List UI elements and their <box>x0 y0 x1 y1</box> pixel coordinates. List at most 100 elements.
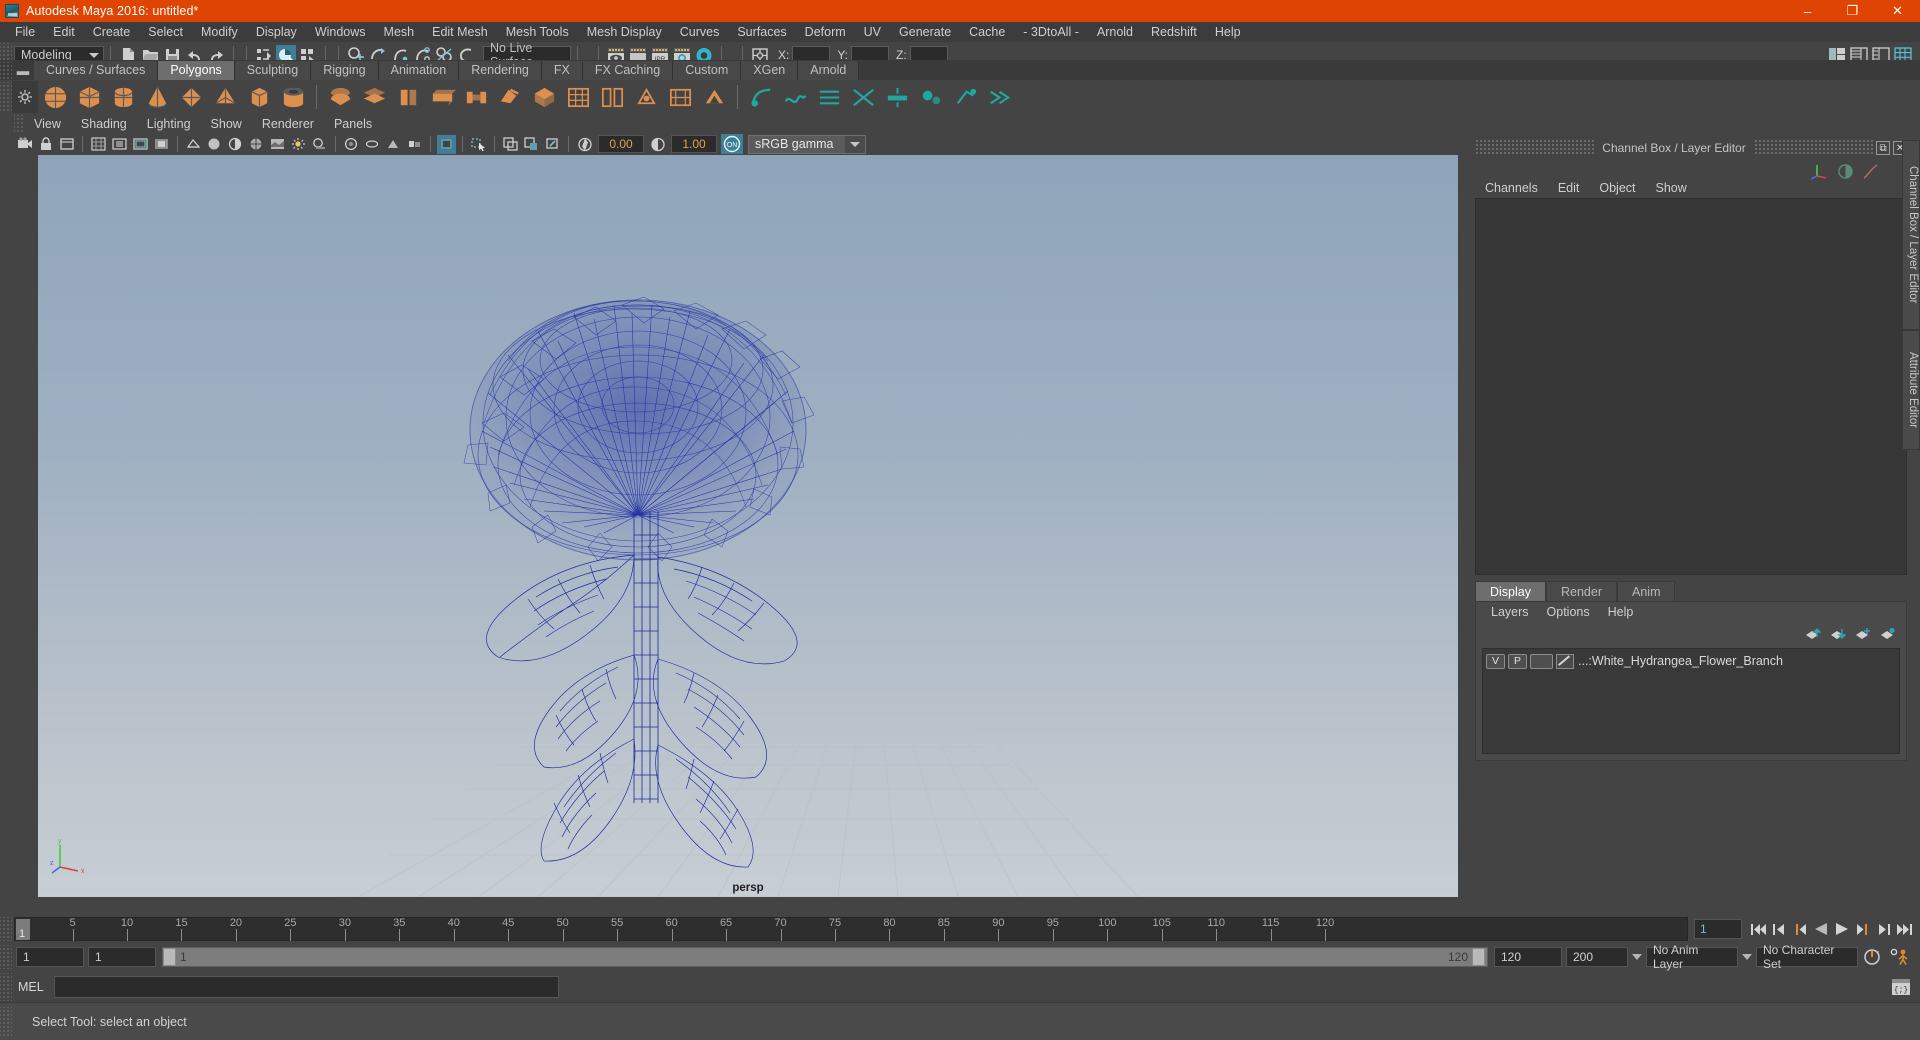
maximize-button[interactable]: ❐ <box>1830 0 1875 22</box>
wireframe-on-shaded-icon[interactable] <box>247 135 266 154</box>
viewport-menu-panels[interactable]: Panels <box>324 117 382 131</box>
layer-tab-display[interactable]: Display <box>1475 581 1546 602</box>
sculpt-pinch-icon[interactable] <box>780 82 810 112</box>
range-slider-track[interactable]: 1 120 <box>162 947 1488 967</box>
menu-item-deform[interactable]: Deform <box>796 22 855 42</box>
menu-item-surfaces[interactable]: Surfaces <box>728 22 795 42</box>
time-slider-ruler[interactable]: 1 5 10 15 20 25 30 35 40 45 50 55 60 65 70 75 80 85 90 95 1… <box>14 917 1688 941</box>
resolution-gate-icon[interactable] <box>131 135 150 154</box>
texture-display-icon[interactable] <box>268 135 287 154</box>
depth-of-field-icon[interactable] <box>405 135 424 154</box>
side-tab-channel-box[interactable]: Channel Box / Layer Editor <box>1902 140 1920 330</box>
layer-menu-layers[interactable]: Layers <box>1482 605 1538 619</box>
menu-item-mesh-tools[interactable]: Mesh Tools <box>497 22 578 42</box>
channel-box-body[interactable] <box>1475 198 1907 575</box>
poly-torus-icon[interactable] <box>176 82 206 112</box>
poly-cylinder-icon[interactable] <box>108 82 138 112</box>
auto-keyframe-icon[interactable] <box>1858 948 1886 966</box>
shelf-tab-curves-surfaces[interactable]: Curves / Surfaces <box>34 61 159 80</box>
menu-item-mesh[interactable]: Mesh <box>375 22 424 42</box>
dock-drag-handle-right[interactable] <box>1753 140 1874 156</box>
screen-space-ao-icon[interactable] <box>342 135 361 154</box>
poly-combine-icon[interactable] <box>325 82 355 112</box>
poly-cube-icon[interactable] <box>74 82 104 112</box>
poly-smooth-icon[interactable] <box>563 82 593 112</box>
menu-item-create[interactable]: Create <box>84 22 140 42</box>
menu-item-select[interactable]: Select <box>139 22 192 42</box>
new-layer-icon[interactable] <box>1855 627 1871 640</box>
menu-item-display[interactable]: Display <box>247 22 306 42</box>
poly-pipe-icon[interactable] <box>278 82 308 112</box>
shelf-tab-arnold[interactable]: Arnold <box>798 61 860 80</box>
layer-shading-toggle[interactable] <box>1530 653 1553 669</box>
sculpt-grab-icon[interactable] <box>665 82 695 112</box>
color-management-toggle[interactable]: ON <box>721 134 743 154</box>
menu-item-3dtoall[interactable]: - 3DtoAll - <box>1014 22 1088 42</box>
viewport-menu-view[interactable]: View <box>24 117 71 131</box>
sculpt-foamy-icon[interactable] <box>848 82 878 112</box>
isolate-select-icon[interactable] <box>437 134 456 154</box>
multisample-aa-icon[interactable] <box>384 135 403 154</box>
viewport-canvas[interactable]: persp y x z <box>38 155 1458 897</box>
gate-mask-icon[interactable] <box>152 135 171 154</box>
menu-item-edit-mesh[interactable]: Edit Mesh <box>423 22 497 42</box>
range-slider-grip[interactable] <box>0 945 12 969</box>
command-language-label[interactable]: MEL <box>12 980 54 994</box>
menu-item-arnold[interactable]: Arnold <box>1088 22 1142 42</box>
shading-sphere-icon[interactable] <box>1837 163 1854 180</box>
side-tab-attribute-editor[interactable]: Attribute Editor <box>1902 330 1920 450</box>
range-start-field[interactable]: 1 <box>88 947 156 967</box>
menu-item-uv[interactable]: UV <box>855 22 890 42</box>
menu-item-modify[interactable]: Modify <box>192 22 247 42</box>
grid-toggle-icon[interactable] <box>89 135 108 154</box>
smooth-shade-selected-icon[interactable] <box>226 135 245 154</box>
poly-reduce-icon[interactable] <box>597 82 627 112</box>
command-input[interactable] <box>53 976 559 998</box>
color-profile-dropdown[interactable]: sRGB gamma <box>748 134 866 154</box>
poly-prism-icon[interactable] <box>244 82 274 112</box>
animation-end-time-field[interactable]: 200 <box>1566 947 1628 967</box>
dock-drag-handle-left[interactable] <box>1475 140 1595 156</box>
layer-tab-render[interactable]: Render <box>1546 581 1617 602</box>
poly-booleans-icon[interactable] <box>631 82 661 112</box>
shelf-grip[interactable] <box>0 62 12 80</box>
layer-visibility-toggle[interactable]: V <box>1486 653 1505 669</box>
shelf-tab-fx[interactable]: FX <box>541 61 583 80</box>
range-end-field[interactable]: 120 <box>1494 947 1562 967</box>
minimize-button[interactable]: – <box>1785 0 1830 22</box>
poly-pyramid-icon[interactable] <box>210 82 240 112</box>
menu-item-windows[interactable]: Windows <box>306 22 375 42</box>
layer-tab-anim[interactable]: Anim <box>1617 581 1676 602</box>
exposure-picker-icon[interactable] <box>543 135 562 154</box>
chevron-down-icon[interactable] <box>1628 947 1646 967</box>
shelf-tab-custom[interactable]: Custom <box>673 61 742 80</box>
graph-curve-icon[interactable] <box>1862 163 1879 180</box>
layer-list[interactable]: V P ...:White_Hydrangea_Flower_Branch <box>1482 648 1900 754</box>
use-lights-icon[interactable] <box>289 135 308 154</box>
gamma-value-field[interactable]: 1.00 <box>671 135 717 153</box>
shelf-tab-animation[interactable]: Animation <box>378 61 460 80</box>
character-set-field[interactable]: No Character Set <box>1756 943 1858 971</box>
sculpt-smooth-icon[interactable] <box>699 82 729 112</box>
shelf-tab-polygons[interactable]: Polygons <box>158 61 235 80</box>
time-slider-grip[interactable] <box>0 917 12 941</box>
play-backwards-icon[interactable] <box>1811 919 1830 939</box>
step-back-key-icon[interactable] <box>1790 919 1809 939</box>
shelf-item-icon[interactable] <box>950 82 980 112</box>
step-forward-key-icon[interactable] <box>1853 919 1872 939</box>
channel-box-menu-edit[interactable]: Edit <box>1548 181 1590 195</box>
xray-joints-icon[interactable] <box>501 135 520 154</box>
go-to-end-icon[interactable] <box>1895 919 1914 939</box>
viewport-menu-renderer[interactable]: Renderer <box>252 117 324 131</box>
gamma-icon[interactable] <box>648 135 667 154</box>
poly-separate-icon[interactable] <box>359 82 389 112</box>
go-to-start-icon[interactable] <box>1748 919 1767 939</box>
step-forward-frame-icon[interactable] <box>1874 919 1893 939</box>
motion-blur-icon[interactable] <box>363 135 382 154</box>
shelf-tab-fx-caching[interactable]: FX Caching <box>582 61 674 80</box>
step-back-frame-icon[interactable] <box>1769 919 1788 939</box>
layer-menu-options[interactable]: Options <box>1538 605 1599 619</box>
xray-select-icon[interactable] <box>469 135 488 154</box>
layer-name[interactable]: ...:White_Hydrangea_Flower_Branch <box>1578 654 1783 668</box>
sculpt-spray-icon[interactable] <box>882 82 912 112</box>
